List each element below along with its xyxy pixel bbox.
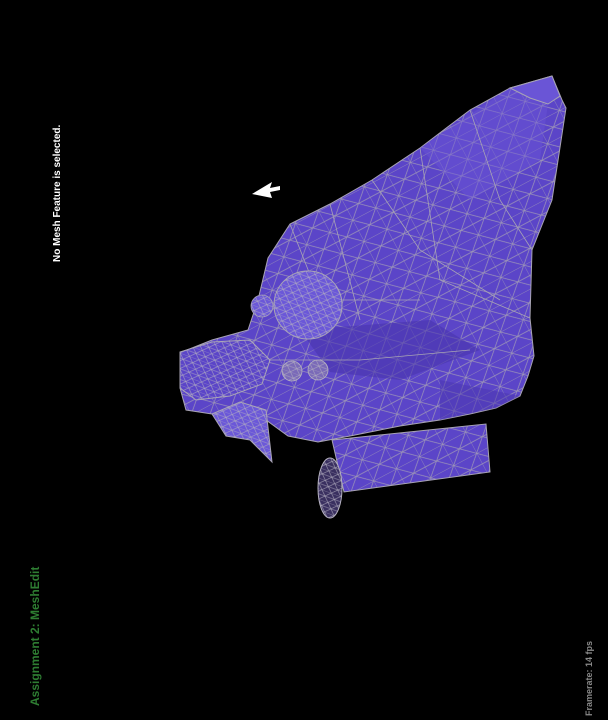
selection-status-text: No Mesh Feature is selected.: [52, 124, 63, 262]
collar-tag-mesh: [317, 457, 343, 519]
framerate-readout: Framerate: 14 fps: [584, 640, 594, 716]
tongue-mesh: [211, 401, 273, 464]
arrow-cursor-icon: [252, 182, 280, 198]
app-title: Assignment 2: MeshEdit: [28, 566, 42, 706]
dog-head-mesh[interactable]: [0, 0, 608, 720]
mesh-viewport[interactable]: No Mesh Feature is selected. Assignment …: [0, 0, 608, 720]
